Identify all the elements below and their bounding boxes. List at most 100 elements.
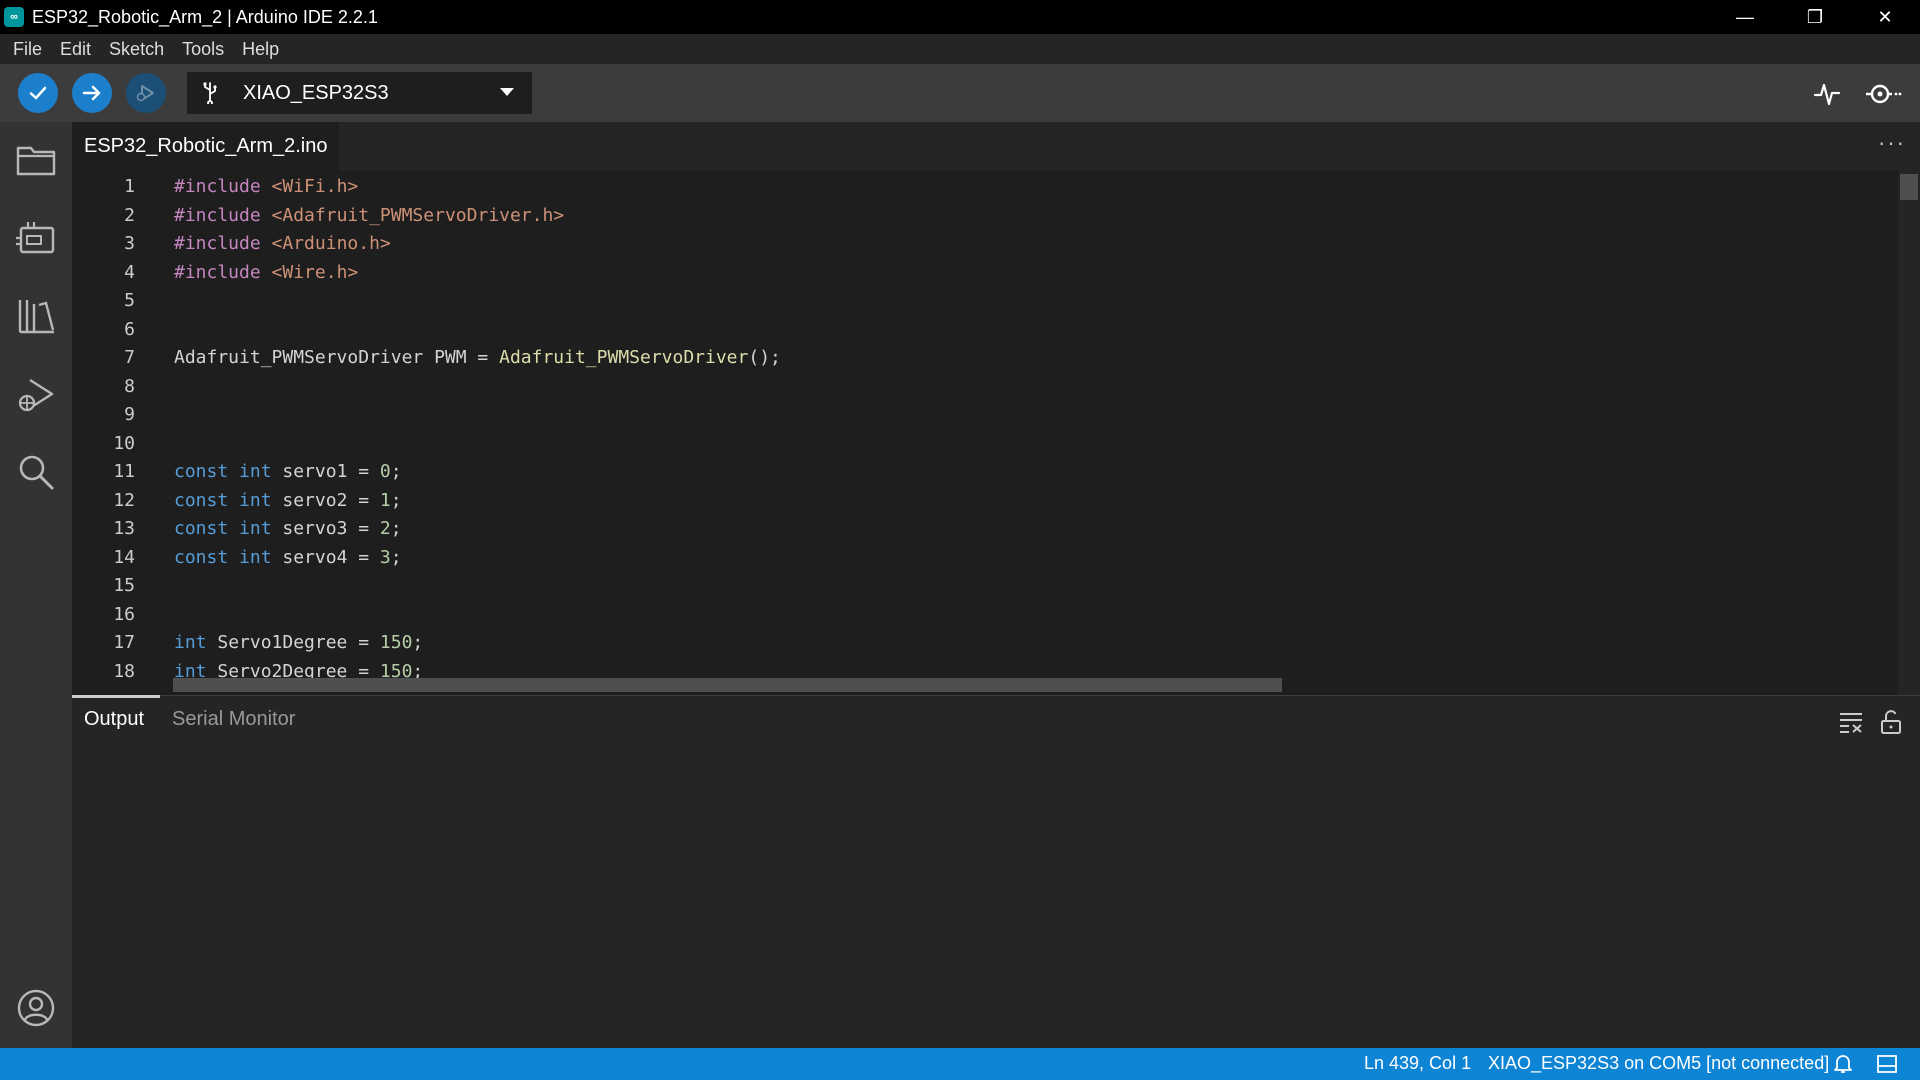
code-token: Adafruit_PWMServoDriver PWM = xyxy=(174,347,500,368)
code-line: 7 Adafruit_PWMServoDriver PWM = Adafruit_… xyxy=(72,344,1872,373)
menu-help[interactable]: Help xyxy=(233,39,288,60)
vertical-scrollbar[interactable] xyxy=(1898,170,1920,695)
board-connection-status[interactable]: XIAO_ESP32S3 on COM5 [not connected] xyxy=(1488,1053,1829,1074)
close-button[interactable]: ✕ xyxy=(1850,0,1920,34)
verify-button[interactable] xyxy=(18,73,58,113)
line-number: 1 xyxy=(124,176,135,197)
minimize-button[interactable]: — xyxy=(1710,0,1780,34)
output-panel: Output Serial Monitor xyxy=(72,695,1920,1048)
upload-button[interactable] xyxy=(72,73,112,113)
debug-icon xyxy=(136,85,154,102)
code-token: (); xyxy=(748,347,781,368)
bell-icon[interactable] xyxy=(1832,1053,1854,1075)
code-text: const int servo2 = 1; xyxy=(174,487,402,516)
editor-tab[interactable]: ESP32_Robotic_Arm_2.ino xyxy=(72,122,340,170)
code-token: <Arduino.h> xyxy=(271,233,391,254)
line-number: 17 xyxy=(113,632,135,653)
title-bar: ∞ ESP32_Robotic_Arm_2 | Arduino IDE 2.2.… xyxy=(0,0,1920,34)
line-number: 5 xyxy=(124,290,135,311)
menu-edit[interactable]: Edit xyxy=(51,39,100,60)
code-token: servo3 = xyxy=(271,518,380,539)
code-line: 14 const int servo4 = 3; xyxy=(72,544,1872,573)
code-token: 3 xyxy=(379,546,391,568)
board-icon xyxy=(16,222,55,254)
line-number: 8 xyxy=(124,375,135,397)
code-text: const int servo4 = 3; xyxy=(174,544,402,573)
code-text: #include <Wire.h> xyxy=(174,259,358,288)
debug-sidebar-button[interactable] xyxy=(14,372,58,416)
code-token: const int xyxy=(174,518,272,539)
code-text: int Servo1Degree = 150; xyxy=(174,629,423,658)
toggle-panel-icon[interactable] xyxy=(1876,1053,1898,1075)
code-token: ; xyxy=(412,632,424,653)
scroll-lock-button[interactable] xyxy=(1877,708,1905,736)
scrollbar-thumb[interactable] xyxy=(1900,174,1918,200)
folder-icon xyxy=(16,146,56,176)
search-icon xyxy=(19,455,54,490)
editor-tab-bar: ESP32_Robotic_Arm_2.ino ··· xyxy=(72,122,1920,170)
serial-monitor-button[interactable] xyxy=(1864,78,1904,110)
code-line: 16 xyxy=(72,601,1872,630)
line-number: 4 xyxy=(124,261,135,283)
arduino-logo-icon: ∞ xyxy=(4,7,24,27)
clear-output-button[interactable] xyxy=(1837,708,1865,736)
line-number: 12 xyxy=(113,489,135,511)
code-line: 4 #include <Wire.h> xyxy=(72,259,1872,288)
tab-serial-monitor[interactable]: Serial Monitor xyxy=(172,708,295,731)
horizontal-scrollbar[interactable] xyxy=(173,678,1282,692)
code-text: #include <WiFi.h> xyxy=(174,173,358,202)
code-line: 17 int Servo1Degree = 150; xyxy=(72,629,1872,658)
arrow-right-icon xyxy=(82,85,101,101)
code-token: const int xyxy=(174,461,272,482)
code-line: 3 #include <Arduino.h> xyxy=(72,230,1872,259)
restore-button[interactable]: ❐ xyxy=(1780,0,1850,34)
line-number: 15 xyxy=(113,575,135,596)
code-token: 150 xyxy=(379,632,413,653)
line-number: 10 xyxy=(113,432,135,454)
serial-plotter-button[interactable] xyxy=(1811,78,1843,110)
boards-manager-button[interactable] xyxy=(14,216,58,260)
window-controls: — ❐ ✕ xyxy=(1710,0,1920,34)
code-line: 9 xyxy=(72,401,1872,430)
more-icon[interactable]: ··· xyxy=(1878,130,1906,156)
code-token: const int xyxy=(174,489,272,511)
code-line: 6 xyxy=(72,316,1872,345)
toolbar: XIAO_ESP32S3 xyxy=(0,64,1920,122)
code-line: 1 #include <WiFi.h> xyxy=(72,173,1872,202)
code-token: 0 xyxy=(379,461,391,482)
code-line: 10 xyxy=(72,430,1872,459)
cursor-position[interactable]: Ln 439, Col 1 xyxy=(1364,1053,1471,1074)
search-button[interactable] xyxy=(14,450,58,494)
code-token: <Wire.h> xyxy=(271,261,359,283)
menu-bar: File Edit Sketch Tools Help xyxy=(0,34,1920,64)
code-text: #include <Arduino.h> xyxy=(174,230,391,259)
account-icon xyxy=(17,989,55,1027)
code-token: ; xyxy=(390,546,402,568)
code-text: #include <Adafruit_PWMServoDriver.h> xyxy=(174,202,564,231)
code-editor[interactable]: 1 #include <WiFi.h> 2 #include <Adafruit_PW… xyxy=(72,170,1920,695)
code-token: 1 xyxy=(379,489,391,511)
code-token: 2 xyxy=(379,518,391,539)
line-number: 11 xyxy=(113,461,135,482)
debug-button[interactable] xyxy=(126,73,166,113)
board-selector[interactable]: XIAO_ESP32S3 xyxy=(187,72,532,114)
code-token: #include xyxy=(174,233,272,254)
code-line: 15 xyxy=(72,572,1872,601)
code-token: ; xyxy=(390,518,402,539)
code-token: int xyxy=(174,632,207,653)
menu-sketch[interactable]: Sketch xyxy=(100,39,173,60)
menu-file[interactable]: File xyxy=(4,39,51,60)
line-number: 9 xyxy=(124,404,135,425)
serial-monitor-icon xyxy=(1866,84,1902,104)
library-manager-button[interactable] xyxy=(14,294,58,338)
code-line: 12 const int servo2 = 1; xyxy=(72,487,1872,516)
tab-output[interactable]: Output xyxy=(72,695,160,731)
sketchbook-button[interactable] xyxy=(14,138,58,182)
line-number: 16 xyxy=(113,603,135,625)
code-token: Adafruit_PWMServoDriver xyxy=(499,347,749,368)
line-number: 6 xyxy=(124,318,135,340)
menu-tools[interactable]: Tools xyxy=(173,39,233,60)
tab-output-label: Output xyxy=(84,708,145,730)
usb-icon xyxy=(201,82,225,104)
account-button[interactable] xyxy=(14,986,58,1030)
